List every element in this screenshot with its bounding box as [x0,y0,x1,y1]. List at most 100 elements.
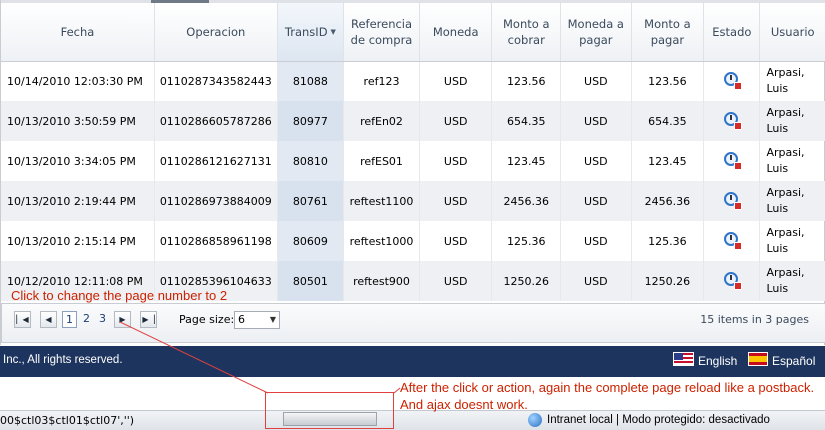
cell-estado [703,141,761,181]
page-size-value: 6 [238,313,245,326]
cell-fecha: 10/13/2010 2:19:44 PM [1,181,155,221]
page-size-select[interactable]: 6 ▼ [234,311,280,329]
us-flag-icon[interactable] [673,352,694,366]
grid-pager: ▏◀ ◀ 1 2 3 ▶ ▶▕ Page size: 6 ▼ 15 items … [1,303,825,343]
status-clock-error-icon [723,111,742,130]
cell-moneda-pagar: USD [560,141,632,181]
column-header-moneda[interactable]: Moneda [419,3,493,62]
header-row: Fecha Operacion TransID ▼ Referencia de c… [1,3,825,62]
cell-referencia: refES01 [343,141,420,181]
page-size-label: Page size: [179,313,235,326]
sort-descending-icon[interactable]: ▼ [331,28,336,36]
cell-monto-pagar: 125.36 [631,221,705,261]
column-header-operacion[interactable]: Operacion [154,3,278,62]
cell-moneda: USD [419,61,493,101]
status-clock-error-icon [723,191,742,210]
page-number-1[interactable]: 1 [62,311,77,328]
cell-operacion: 0110286973884009 [154,181,278,221]
cell-usuario: Arpasi, Luis [759,181,825,221]
first-page-icon[interactable]: ▏◀ [14,311,31,328]
cell-moneda-pagar: USD [560,261,632,301]
status-clock-error-icon [723,231,742,250]
cell-moneda-pagar: USD [560,221,632,261]
cell-operacion: 0110286858961198 [154,221,278,261]
cell-monto-cobrar: 2456.36 [491,181,562,221]
cell-fecha: 10/13/2010 3:50:59 PM [1,101,155,141]
table-row[interactable]: 10/13/2010 3:50:59 PM 0110286605787286 8… [1,101,825,141]
site-footer: Inc., All rights reserved. English Españ… [0,346,825,377]
cell-referencia: ref123 [343,61,420,101]
cell-monto-pagar: 2456.36 [631,181,705,221]
cell-referencia: reftest1000 [343,221,420,261]
status-clock-error-icon [723,71,742,90]
cell-referencia: reftest900 [343,261,420,301]
table-row[interactable]: 10/13/2010 3:34:05 PM 0110286121627131 8… [1,141,825,181]
language-link-spanish[interactable]: Español [772,354,815,368]
reload-annotation: After the click or action, again the com… [400,380,815,412]
chevron-down-icon[interactable]: ▼ [270,312,276,328]
cell-estado [703,101,761,141]
cell-estado [703,61,761,101]
grid-table: Fecha Operacion TransID ▼ Referencia de c… [1,3,825,301]
column-header-monto-cobrar[interactable]: Monto a cobrar [491,3,562,62]
cell-moneda: USD [419,141,493,181]
cell-moneda: USD [419,181,493,221]
cell-moneda: USD [419,261,493,301]
cell-monto-cobrar: 654.35 [491,101,562,141]
security-zone-text[interactable]: Intranet local | Modo protegido: desacti… [547,414,770,426]
column-header-estado[interactable]: Estado [703,3,761,62]
cell-usuario: Arpasi, Luis [759,221,825,261]
spain-flag-icon[interactable] [748,352,768,366]
cell-operacion: 0110287343582443 [154,61,278,101]
cell-usuario: Arpasi, Luis [759,141,825,181]
copyright-text: Inc., All rights reserved. [3,354,123,366]
cell-monto-cobrar: 123.45 [491,141,562,181]
cell-moneda-pagar: USD [560,61,632,101]
cell-usuario: Arpasi, Luis [759,61,825,101]
cell-monto-cobrar: 1250.26 [491,261,562,301]
cell-monto-pagar: 1250.26 [631,261,705,301]
cell-monto-pagar: 123.56 [631,61,705,101]
page-number-3[interactable]: 3 [95,311,110,328]
table-row[interactable]: 10/14/2010 12:03:30 PM 0110287343582443 … [1,61,825,101]
column-header-transid-label[interactable]: TransID [285,25,328,39]
column-header-monto-pagar[interactable]: Monto a pagar [631,3,705,62]
cell-transid: 80761 [277,181,345,221]
column-header-moneda-pagar[interactable]: Moneda a pagar [560,3,632,62]
cell-monto-cobrar: 123.56 [491,61,562,101]
next-page-icon[interactable]: ▶ [114,311,131,328]
table-row[interactable]: 10/13/2010 2:15:14 PM 0110286858961198 8… [1,221,825,261]
language-link-english[interactable]: English [698,354,737,368]
column-header-referencia[interactable]: Referencia de compra [343,3,420,62]
column-header-fecha[interactable]: Fecha [1,3,155,62]
cell-transid: 80977 [277,101,345,141]
cell-transid: 80501 [277,261,345,301]
table-row[interactable]: 10/13/2010 2:19:44 PM 0110286973884009 8… [1,181,825,221]
cell-transid: 80609 [277,221,345,261]
annotation-highlight-box [265,392,394,429]
cell-operacion: 0110286605787286 [154,101,278,141]
cell-usuario: Arpasi, Luis [759,261,825,301]
cell-moneda: USD [419,221,493,261]
cell-monto-pagar: 654.35 [631,101,705,141]
cell-moneda: USD [419,101,493,141]
status-clock-error-icon [723,151,742,170]
status-clock-error-icon [723,271,742,290]
cell-usuario: Arpasi, Luis [759,101,825,141]
page-number-2[interactable]: 2 [79,311,94,328]
column-header-usuario[interactable]: Usuario [759,3,825,62]
cell-monto-pagar: 123.45 [631,141,705,181]
last-page-icon[interactable]: ▶▕ [140,311,157,328]
cell-transid: 80810 [277,141,345,181]
cell-fecha: 10/13/2010 2:15:14 PM [1,221,155,261]
cell-estado [703,181,761,221]
cell-monto-cobrar: 125.36 [491,221,562,261]
cell-fecha: 10/13/2010 3:34:05 PM [1,141,155,181]
cell-estado [703,221,761,261]
previous-page-icon[interactable]: ◀ [40,311,57,328]
cell-referencia: refEn02 [343,101,420,141]
cell-moneda-pagar: USD [560,101,632,141]
globe-icon [528,413,542,427]
column-header-transid[interactable]: TransID ▼ [277,3,345,62]
cell-moneda-pagar: USD [560,181,632,221]
